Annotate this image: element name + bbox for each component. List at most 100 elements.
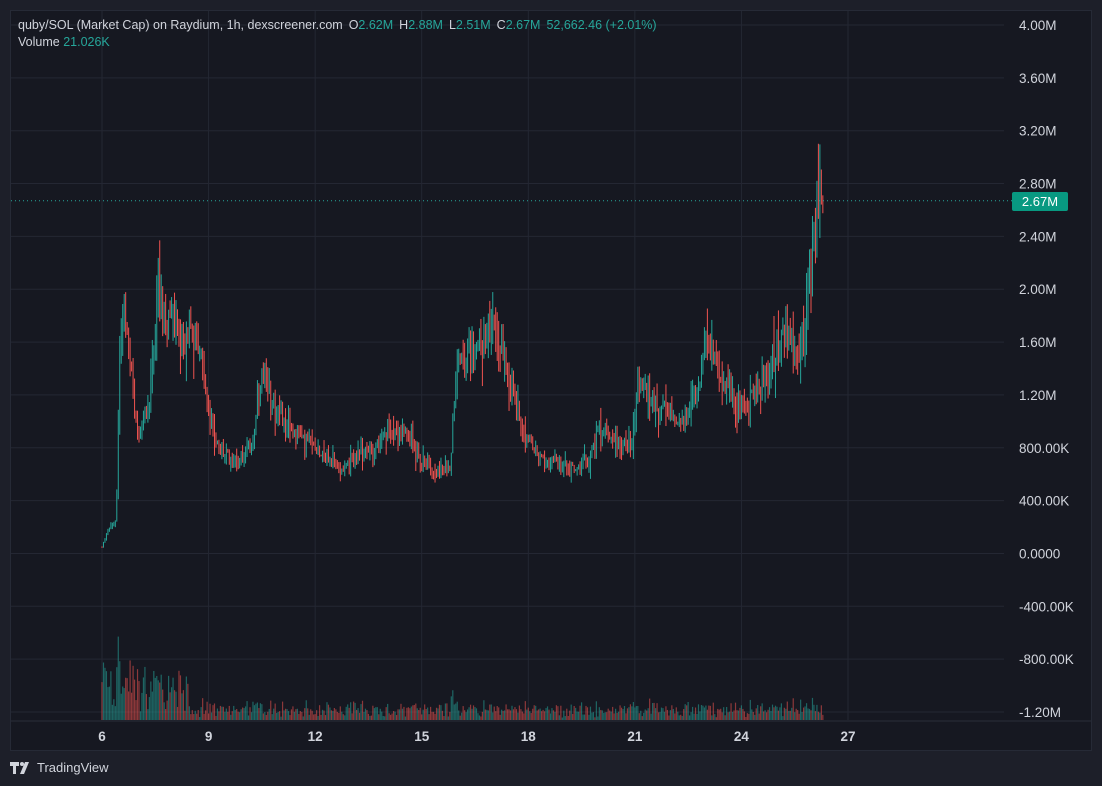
volume-bar	[196, 713, 198, 720]
volume-bar	[665, 706, 667, 720]
volume-bar	[506, 709, 509, 720]
volume-bar	[290, 709, 293, 720]
price-tick-label: 4.00M	[1019, 18, 1057, 33]
volume-bar	[304, 708, 306, 720]
volume-bar	[620, 707, 623, 720]
volume-bar	[801, 711, 803, 720]
volume-bar	[514, 707, 516, 720]
volume-bar	[428, 714, 430, 720]
volume-bar	[357, 708, 359, 720]
volume-bar	[366, 710, 368, 720]
volume-bar	[606, 712, 608, 720]
volume-bar	[173, 690, 176, 720]
volume-bar	[240, 709, 242, 720]
volume-bar	[706, 709, 708, 720]
volume-bar	[342, 714, 344, 720]
volume-bar	[492, 712, 494, 720]
price-tick-label: 3.20M	[1019, 124, 1057, 139]
volume-bar	[237, 711, 239, 720]
volume-bar	[289, 715, 291, 720]
volume-bar	[348, 707, 350, 720]
time-axis[interactable]: 6 9 12 15 18 21 24 27	[98, 729, 855, 744]
volume-bar	[104, 667, 106, 720]
volume-bar	[318, 705, 321, 720]
volume-bar	[749, 699, 751, 720]
volume-bar	[748, 713, 750, 720]
volume-bar	[200, 707, 202, 720]
volume-bar	[213, 703, 216, 720]
ohlc-legend: quby/SOL (Market Cap) on Raydium, 1h, de…	[18, 17, 657, 34]
volume-bar	[588, 714, 590, 720]
volume-bar	[771, 704, 774, 720]
volume-bar	[179, 675, 182, 720]
volume-bar	[607, 708, 609, 720]
volume-bar	[601, 710, 603, 720]
volume-bar	[144, 666, 146, 720]
volume-bar	[689, 715, 691, 720]
volume-bar	[641, 716, 643, 720]
volume-bar	[496, 705, 498, 720]
volume-bar	[234, 709, 236, 720]
close-value: 2.67M	[505, 18, 541, 32]
volume-bar	[117, 636, 119, 720]
volume-bar	[637, 706, 639, 720]
volume-bar	[416, 708, 418, 720]
volume-bar	[385, 707, 387, 720]
price-axis[interactable]: 4.00M 3.60M 3.20M 2.80M 2.40M 2.00M 1.60M 1.20M…	[1019, 18, 1074, 720]
volume-bar	[760, 706, 762, 720]
volume-bar	[502, 710, 504, 720]
volume-bar	[569, 710, 571, 720]
volume-bar	[370, 715, 372, 720]
time-tick-label: 24	[734, 729, 750, 744]
volume-bar	[212, 705, 214, 720]
price-tick-label: 2.80M	[1019, 177, 1057, 192]
volume-bar	[699, 711, 701, 720]
volume-bar	[293, 711, 296, 720]
volume-bar	[530, 713, 532, 720]
volume-bar	[255, 703, 257, 720]
volume-bar	[311, 710, 313, 720]
volume-bar	[541, 711, 543, 720]
volume-bar	[580, 702, 583, 720]
volume-bar	[139, 711, 142, 720]
volume-bar	[126, 678, 128, 720]
volume-bar	[527, 707, 529, 720]
volume-bar	[376, 707, 378, 720]
volume-bar	[610, 711, 612, 720]
volume-bar	[572, 713, 574, 720]
volume-bar	[501, 709, 503, 720]
volume-bar	[398, 709, 401, 720]
volume-bar	[338, 712, 340, 720]
volume-bar	[461, 712, 463, 720]
volume-histogram	[101, 636, 824, 720]
time-tick-label: 15	[414, 729, 430, 744]
volume-bar	[412, 705, 414, 720]
price-chart[interactable]: 4.00M 3.60M 3.20M 2.80M 2.40M 2.00M 1.60M 1.20M…	[0, 0, 1102, 786]
volume-bar	[576, 711, 578, 720]
open-value: 2.62M	[358, 18, 394, 32]
volume-bar	[400, 703, 402, 720]
volume-bar	[215, 715, 217, 720]
volume-bar	[162, 689, 164, 720]
volume-bar	[548, 709, 550, 720]
volume-bar	[794, 712, 796, 720]
volume-bar	[120, 693, 122, 720]
volume-bar	[429, 706, 432, 720]
volume-bar	[355, 709, 358, 720]
volume-bar	[631, 706, 633, 720]
volume-bar	[327, 704, 330, 720]
volume-bar	[437, 708, 439, 720]
volume-bar	[724, 715, 726, 720]
volume-bar	[438, 704, 441, 720]
volume-bar	[178, 670, 180, 720]
volume-bar	[372, 705, 374, 720]
volume-bar	[694, 707, 697, 720]
volume-bar	[397, 709, 399, 720]
volume-bar	[755, 708, 757, 720]
volume-bar	[644, 709, 646, 720]
volume-bar	[690, 712, 692, 720]
volume-bar	[549, 713, 552, 720]
tradingview-logo[interactable]: TradingView	[10, 760, 109, 775]
volume-bar	[358, 712, 361, 720]
volume-bar	[487, 710, 489, 720]
